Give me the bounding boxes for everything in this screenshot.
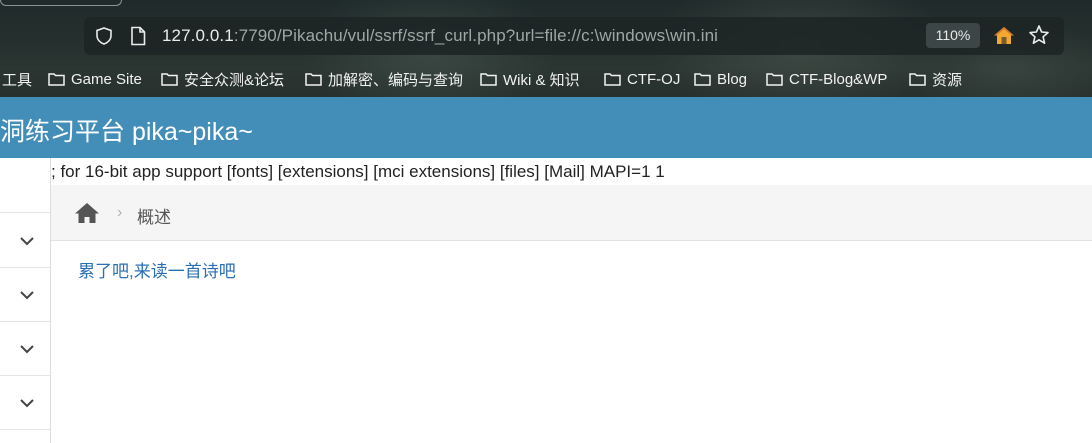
chevron-down-icon (20, 399, 34, 408)
shield-icon[interactable] (94, 26, 114, 46)
address-bar[interactable]: 127.0.0.1:7790/Pikachu/vul/ssrf/ssrf_cur… (84, 17, 1064, 55)
browser-chrome: 127.0.0.1:7790/Pikachu/vul/ssrf/ssrf_cur… (0, 0, 1092, 97)
bookmark-game-site[interactable]: Game Site (48, 68, 142, 90)
bookmark-blog[interactable]: Blog (694, 68, 747, 90)
chevron-down-icon (20, 345, 34, 354)
url-text[interactable]: 127.0.0.1:7790/Pikachu/vul/ssrf/ssrf_cur… (162, 26, 718, 46)
chevron-down-icon (20, 237, 34, 246)
folder-icon (766, 73, 783, 86)
bookmark-resources[interactable]: 资源 (909, 68, 962, 90)
bookmark-security-forum[interactable]: 安全众测&论坛 (161, 68, 284, 90)
bookmark-ctf-oj[interactable]: CTF-OJ (604, 68, 680, 90)
sidebar-item-2[interactable] (0, 268, 50, 322)
folder-icon (604, 73, 621, 86)
bookmark-label: 加解密、编码与查询 (328, 71, 464, 89)
bookmark-crypto-encoding[interactable]: 加解密、编码与查询 (305, 68, 463, 90)
sidebar-item-1[interactable] (0, 214, 50, 268)
sidebar-item-3[interactable] (0, 322, 50, 376)
star-icon[interactable] (1028, 24, 1050, 46)
home-icon[interactable] (74, 202, 100, 224)
url-host: 127.0.0.1 (162, 26, 234, 45)
page-icon[interactable] (130, 26, 146, 46)
zoom-badge[interactable]: 110% (926, 23, 980, 48)
fetched-file-output: ; for 16-bit app support [fonts] [extens… (51, 162, 665, 181)
chevron-down-icon (20, 291, 34, 300)
read-poem-link[interactable]: 累了吧,来读一首诗吧 (78, 257, 236, 282)
breadcrumb-current: 概述 (137, 208, 171, 227)
bookmarks-bar: 工具 Game Site 安全众测&论坛 加解密、编码与查询 Wiki & 知识… (0, 64, 1092, 92)
sidebar-nav (0, 158, 51, 443)
bookmark-label: 安全众测&论坛 (184, 71, 285, 89)
home-icon[interactable] (993, 25, 1015, 45)
active-tab-edge[interactable] (0, 0, 122, 6)
url-path: :7790/Pikachu/vul/ssrf/ssrf_curl.php?url… (233, 26, 719, 45)
folder-icon (48, 73, 65, 86)
bookmark-tools[interactable]: 工具 (2, 68, 32, 90)
sidebar-item-4[interactable] (0, 376, 50, 430)
folder-icon (161, 73, 178, 86)
folder-icon (694, 73, 711, 86)
bookmark-label: Game Site (71, 70, 142, 88)
bookmark-label: CTF-Blog&WP (789, 70, 888, 88)
breadcrumb: › 概述 (51, 185, 1092, 241)
bookmark-ctf-blog-wp[interactable]: CTF-Blog&WP (766, 68, 887, 90)
site-title[interactable]: 洞练习平台 pika~pika~ (0, 112, 253, 148)
site-header: 洞练习平台 pika~pika~ (0, 97, 1092, 158)
bookmark-wiki[interactable]: Wiki & 知识 (480, 68, 580, 90)
sidebar-top (0, 158, 50, 213)
bookmark-label: 资源 (932, 71, 963, 89)
bookmark-label: Wiki & 知识 (503, 71, 580, 89)
folder-icon (909, 73, 926, 86)
bookmark-label: CTF-OJ (627, 70, 681, 88)
folder-icon (305, 73, 322, 86)
bookmark-label: 工具 (2, 71, 33, 89)
breadcrumb-separator: › (117, 204, 123, 221)
bookmark-label: Blog (717, 70, 748, 88)
folder-icon (480, 73, 497, 86)
